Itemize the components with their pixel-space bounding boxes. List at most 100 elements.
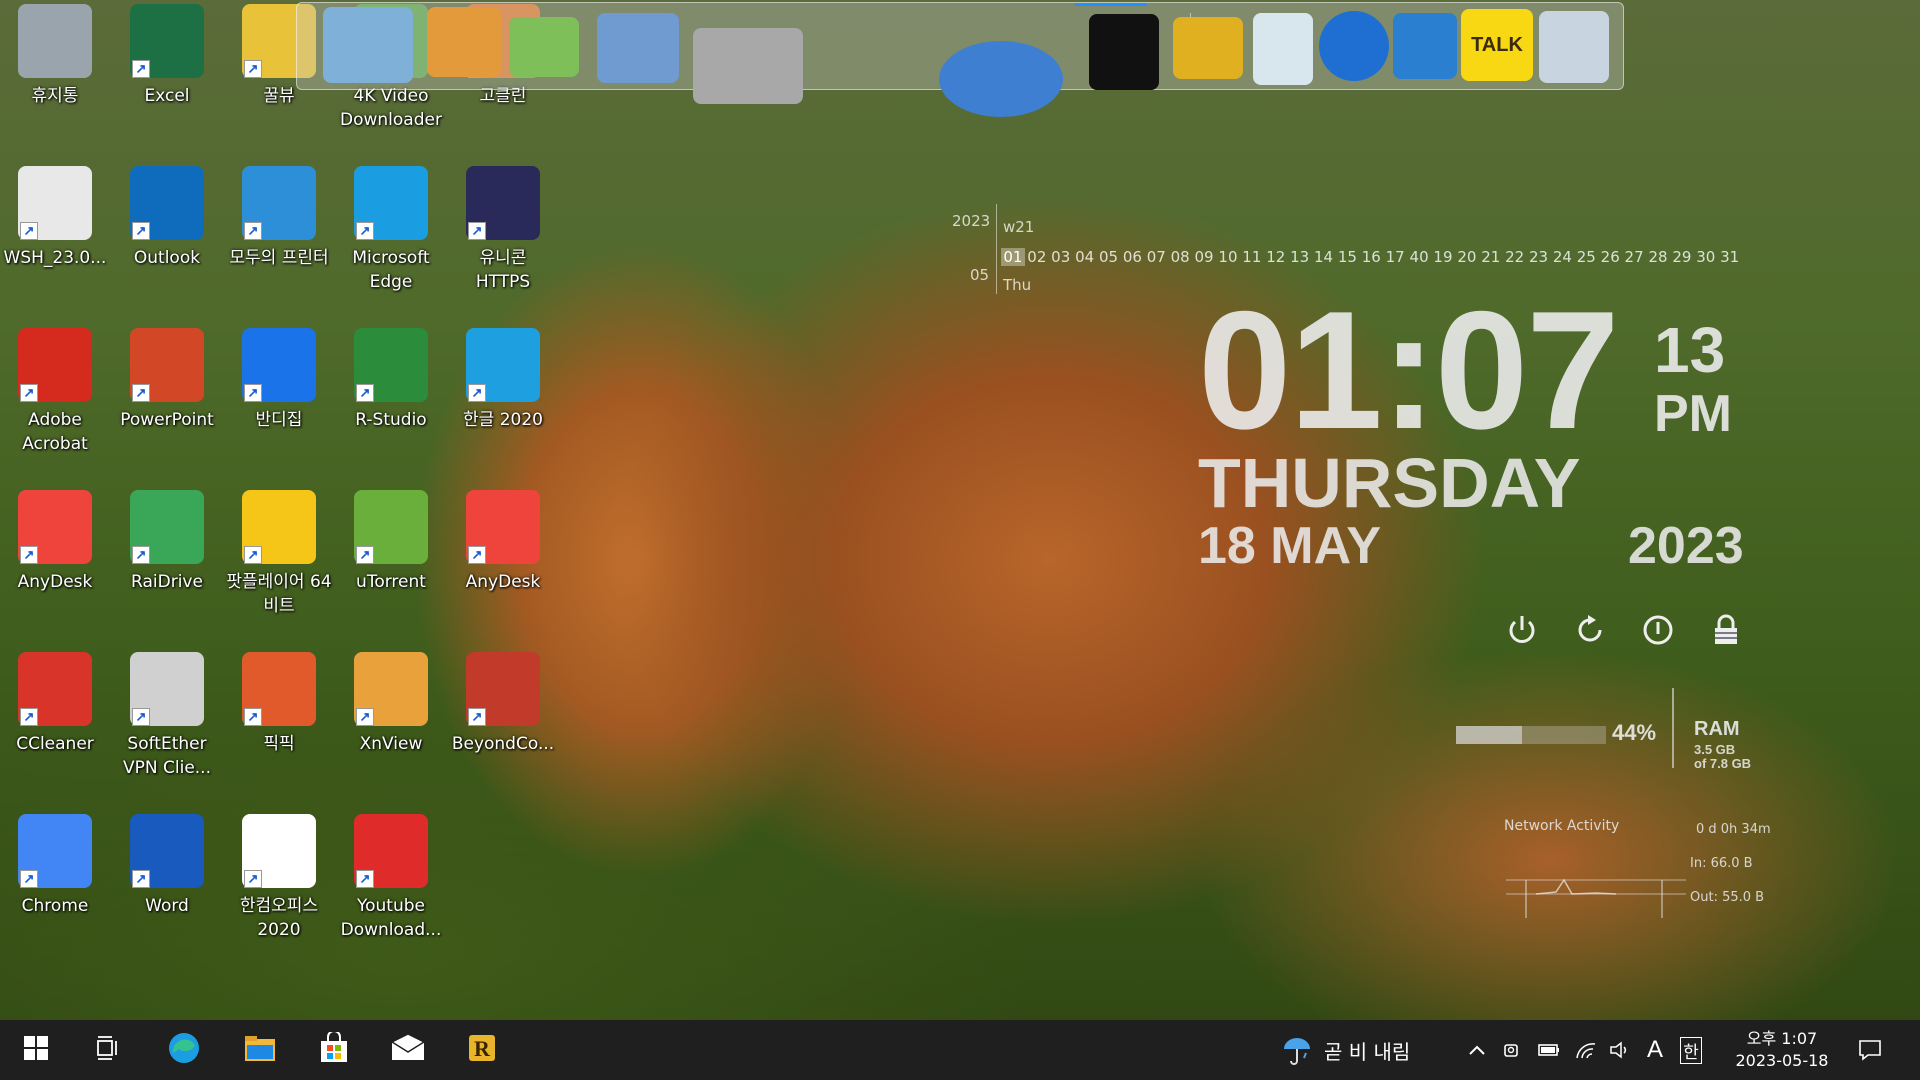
dock-item[interactable]	[1539, 11, 1609, 83]
desktop-icon[interactable]: ↗ BeyondCo...	[450, 652, 556, 802]
dock-item[interactable]	[427, 7, 501, 77]
shortcut-arrow-icon: ↗	[356, 546, 374, 564]
notification-center-button[interactable]	[1848, 1020, 1892, 1080]
mail-icon	[390, 1033, 426, 1066]
taskbar-button[interactable]	[230, 1020, 290, 1080]
show-hidden-icons-button[interactable]	[1462, 1020, 1492, 1080]
network-graph	[1506, 878, 1686, 918]
desktop-icon[interactable]: ↗ uTorrent	[338, 490, 444, 640]
desktop-icon[interactable]: 휴지통	[2, 4, 108, 154]
desktop-icon-label: R-Studio	[355, 410, 427, 430]
calendar-day: 19	[1433, 248, 1453, 266]
dock-item[interactable]	[693, 11, 803, 121]
desktop-icon-label: Outlook	[133, 248, 201, 268]
folder-blue-icon	[597, 13, 679, 83]
desktop-icon[interactable]: ↗ SoftEther VPN Clie...	[114, 652, 220, 802]
dock-item[interactable]	[1319, 11, 1389, 81]
tray-network[interactable]	[1570, 1020, 1602, 1080]
dock-item[interactable]: TALK	[1461, 9, 1533, 81]
desktop-icon[interactable]: ↗ AnyDesk	[2, 490, 108, 640]
restart-button[interactable]	[1572, 612, 1608, 648]
desktop-icon[interactable]: ↗ 유니콘 HTTPS	[450, 166, 556, 316]
dock-item[interactable]	[323, 7, 413, 83]
desktop-icon-label: Youtube Download...	[340, 896, 442, 940]
recycle-bin-icon	[18, 4, 92, 78]
taskbar-button[interactable]	[154, 1020, 214, 1080]
anydesk-icon: ↗	[18, 490, 92, 564]
tools-icon	[693, 28, 803, 104]
dock-item[interactable]	[1393, 13, 1457, 79]
desktop-icon[interactable]: ↗ Excel	[114, 4, 220, 154]
desktop-icon[interactable]: ↗ PowerPoint	[114, 328, 220, 478]
task-view-icon	[94, 1035, 122, 1065]
dock-item[interactable]	[1253, 13, 1313, 85]
desktop-icon[interactable]: ↗ 한글 2020	[450, 328, 556, 478]
desktop-icon[interactable]: ↗ XnView	[338, 652, 444, 802]
desktop-icon[interactable]: ↗ 모두의 프린터	[226, 166, 332, 316]
calendar-day: 25	[1576, 248, 1596, 266]
desktop-icon[interactable]: ↗ R-Studio	[338, 328, 444, 478]
desktop-icon[interactable]: ↗ 픽픽	[226, 652, 332, 802]
desktop-icon[interactable]: ↗ RaiDrive	[114, 490, 220, 640]
calendar-day: 24	[1552, 248, 1572, 266]
dock-item[interactable]	[1089, 9, 1159, 95]
power-controls	[1504, 612, 1744, 648]
calendar-day: 11	[1242, 248, 1262, 266]
dock-active-indicator	[1075, 3, 1147, 6]
picpick-icon: ↗	[242, 652, 316, 726]
microsoft-store-icon	[318, 1030, 350, 1068]
taskbar-clock[interactable]: 오후 1:07 2023-05-18	[1730, 1028, 1834, 1072]
desktop-icon[interactable]: ↗ Outlook	[114, 166, 220, 316]
desktop-icon-label: 한글 2020	[463, 410, 543, 430]
taskbar-button[interactable]	[6, 1020, 66, 1080]
shortcut-arrow-icon: ↗	[468, 546, 486, 564]
desktop-icon[interactable]: ↗ Chrome	[2, 814, 108, 964]
calendar-week: w21	[1003, 218, 1035, 236]
desktop-icon[interactable]: ↗ CCleaner	[2, 652, 108, 802]
desktop-icon[interactable]: ↗ 팟플레이어 64 비트	[226, 490, 332, 640]
dock-item[interactable]	[939, 9, 1063, 149]
tray-volume[interactable]	[1604, 1020, 1636, 1080]
desktop-icon[interactable]: ↗ 반디집	[226, 328, 332, 478]
taskbar-date: 2023-05-18	[1735, 1051, 1829, 1070]
desktop-icon-label: SoftEther VPN Clie...	[123, 734, 211, 778]
lock-button[interactable]	[1708, 612, 1744, 648]
monitor-globe-icon	[323, 7, 413, 83]
calendar-day: 27	[1624, 248, 1644, 266]
info-button[interactable]	[1640, 612, 1676, 648]
dock-item[interactable]	[509, 17, 579, 77]
desktop-icon[interactable]: ↗ Adobe Acrobat	[2, 328, 108, 478]
svg-text:R: R	[474, 1036, 491, 1061]
shortcut-arrow-icon: ↗	[20, 870, 38, 888]
shortcut-arrow-icon: ↗	[20, 546, 38, 564]
tray-ime-mode[interactable]: A	[1640, 1020, 1670, 1080]
hangul-icon: ↗	[466, 328, 540, 402]
tray-ime-korean[interactable]: 한	[1676, 1020, 1706, 1080]
kakaotalk-icon: TALK	[1461, 9, 1533, 81]
calendar-day: 29	[1672, 248, 1692, 266]
ram-percent: 44%	[1612, 720, 1657, 745]
tray-battery[interactable]	[1532, 1020, 1566, 1080]
desktop-icon[interactable]: ↗ Youtube Download...	[338, 814, 444, 964]
desktop-icon[interactable]: ↗ AnyDesk	[450, 490, 556, 640]
moon-icon	[1319, 11, 1389, 81]
shutdown-button[interactable]	[1504, 612, 1540, 648]
desktop-icon[interactable]: ↗ 한컴오피스 2020	[226, 814, 332, 964]
desktop-icon-label: 팟플레이어 64 비트	[226, 572, 332, 616]
desktop-icon-label: 픽픽	[263, 734, 295, 754]
shortcut-arrow-icon: ↗	[468, 222, 486, 240]
weather-widget[interactable]: 곧 비 내림	[1280, 1020, 1410, 1080]
taskbar-button[interactable]	[304, 1020, 364, 1080]
taskbar-button[interactable]	[78, 1020, 138, 1080]
taskbar-button[interactable]	[378, 1020, 438, 1080]
desktop-icon[interactable]: ↗ Microsoft Edge	[338, 166, 444, 316]
desktop-icon[interactable]: ↗ WSH_23.0...	[2, 166, 108, 316]
desktop-icon[interactable]: ↗ Word	[114, 814, 220, 964]
dock-item[interactable]	[1173, 17, 1243, 79]
calendar-day: 02	[1027, 248, 1047, 266]
taskbar-button[interactable]: R	[452, 1020, 512, 1080]
dock-item[interactable]	[597, 13, 679, 83]
tray-meet-now[interactable]	[1498, 1020, 1528, 1080]
calendar-day: 20	[1457, 248, 1477, 266]
powerpoint-icon: ↗	[130, 328, 204, 402]
